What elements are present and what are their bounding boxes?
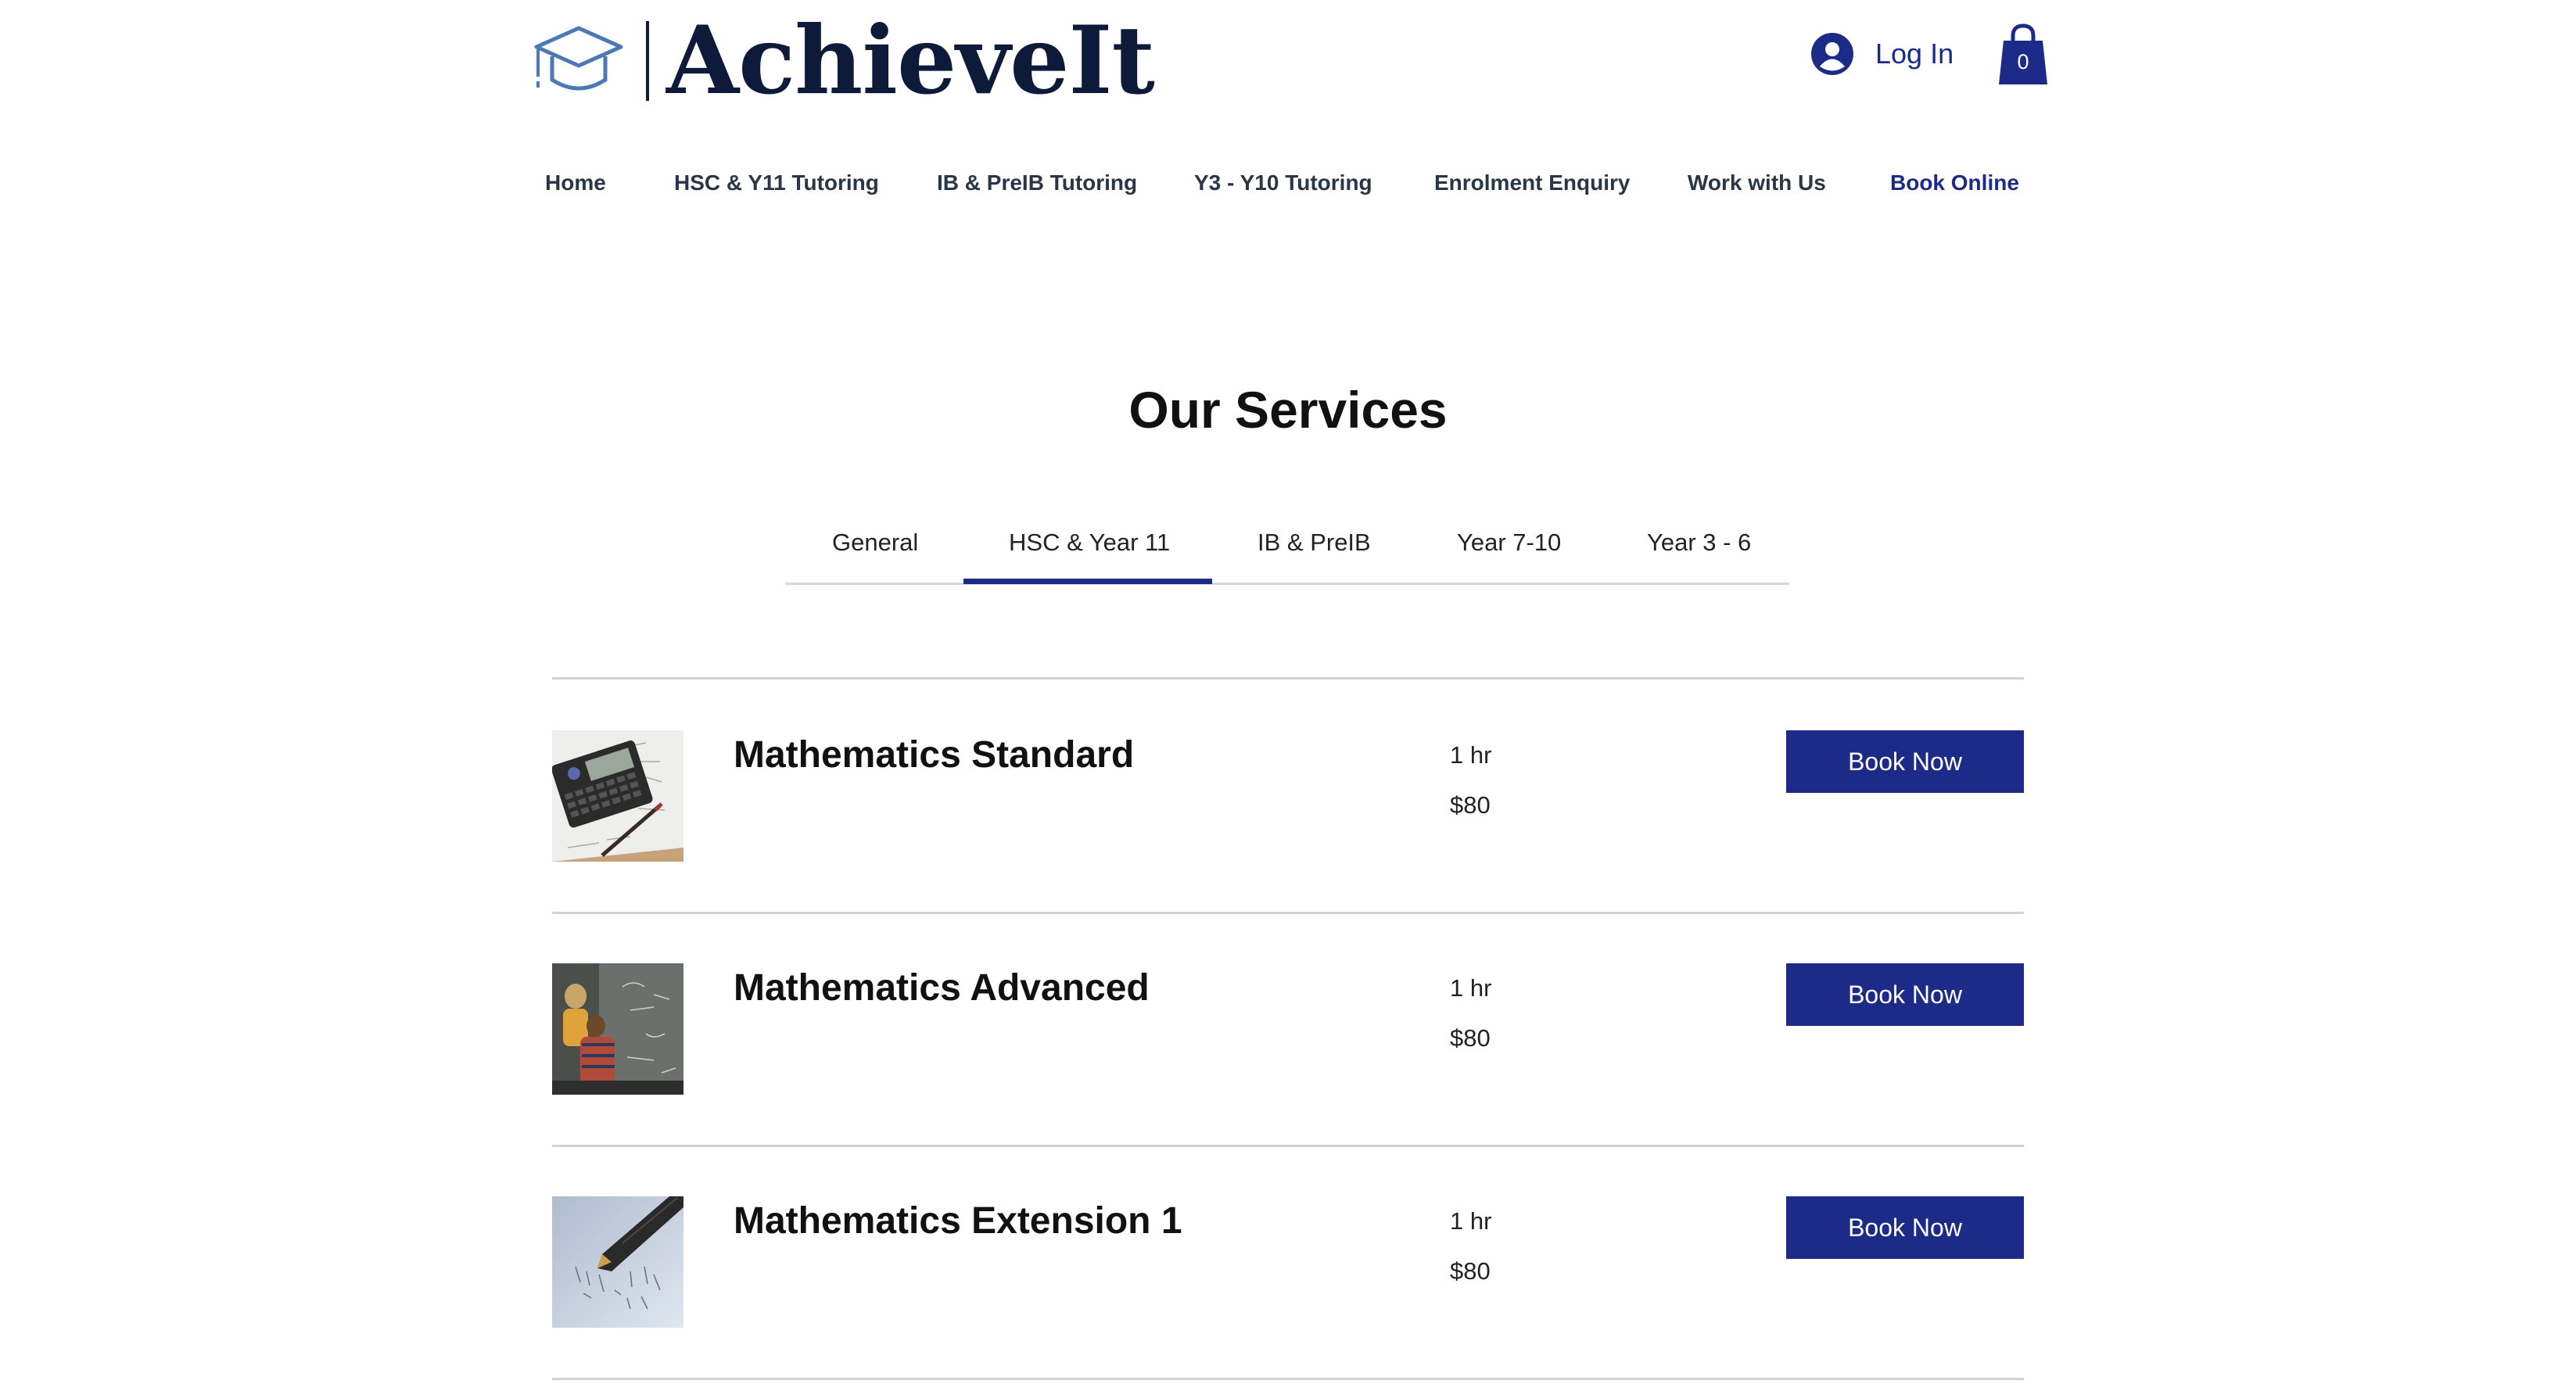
logo-divider (646, 21, 649, 101)
nav-item-ib-preib-tutoring[interactable]: IB & PreIB Tutoring (937, 170, 1137, 195)
service-name[interactable]: Mathematics Advanced (734, 966, 1150, 1009)
graduation-cap-icon (534, 26, 623, 91)
tab-year-3-6[interactable]: Year 3 - 6 (1647, 529, 1751, 557)
service-item: Mathematics Advanced 1 hr $80 Book Now (552, 963, 2024, 1198)
cart-count: 0 (2017, 50, 2029, 74)
book-now-button[interactable]: Book Now (1786, 963, 2024, 1026)
divider (552, 1145, 2024, 1147)
service-price: $80 (1450, 1024, 1491, 1052)
cart-button[interactable]: 0 (1999, 23, 2047, 84)
service-name[interactable]: Mathematics Extension 1 (734, 1199, 1182, 1242)
service-item: Mathematics Extension 1 1 hr $80 Book No… (552, 1196, 2024, 1384)
service-name[interactable]: Mathematics Standard (734, 733, 1134, 776)
service-price: $80 (1450, 1257, 1491, 1285)
login-label: Log In (1875, 38, 1954, 70)
service-duration: 1 hr (1450, 974, 1492, 1002)
tab-ib-preib[interactable]: IB & PreIB (1258, 529, 1371, 557)
nav-item-home[interactable]: Home (545, 170, 606, 195)
nav-item-hsc-y11-tutoring[interactable]: HSC & Y11 Tutoring (674, 170, 879, 195)
divider (552, 677, 2024, 679)
logo-wordmark: AchieveIt (666, 5, 1155, 116)
divider (552, 912, 2024, 914)
divider (552, 1378, 2024, 1380)
active-tab-indicator (963, 579, 1212, 584)
service-image-pen[interactable] (552, 1196, 683, 1328)
service-image-blackboard[interactable] (552, 963, 683, 1095)
service-duration: 1 hr (1450, 1207, 1492, 1235)
tab-general[interactable]: General (832, 529, 918, 557)
main-nav: Home HSC & Y11 Tutoring IB & PreIB Tutor… (0, 170, 2576, 202)
page-title: Our Services (1128, 381, 1448, 439)
book-now-button[interactable]: Book Now (1786, 1196, 2024, 1259)
service-image-calculator[interactable] (552, 730, 683, 862)
nav-item-enrolment-enquiry[interactable]: Enrolment Enquiry (1434, 170, 1630, 195)
tab-year-7-10[interactable]: Year 7-10 (1457, 529, 1561, 557)
service-price: $80 (1450, 791, 1491, 819)
nav-item-work-with-us[interactable]: Work with Us (1688, 170, 1826, 195)
tab-hsc-year-11[interactable]: HSC & Year 11 (1009, 529, 1170, 557)
service-duration: 1 hr (1450, 741, 1492, 769)
nav-item-y3-y10-tutoring[interactable]: Y3 - Y10 Tutoring (1194, 170, 1372, 195)
site-logo[interactable]: AchieveIt (532, 5, 1155, 116)
book-now-button[interactable]: Book Now (1786, 730, 2024, 793)
service-item: Mathematics Standard 1 hr $80 Book Now (552, 730, 2024, 965)
login-button[interactable]: Log In (1811, 33, 1954, 75)
service-category-tabs: General HSC & Year 11 IB & PreIB Year 7-… (785, 516, 1789, 585)
user-avatar-icon (1811, 33, 1853, 75)
nav-item-book-online[interactable]: Book Online (1890, 170, 2019, 195)
